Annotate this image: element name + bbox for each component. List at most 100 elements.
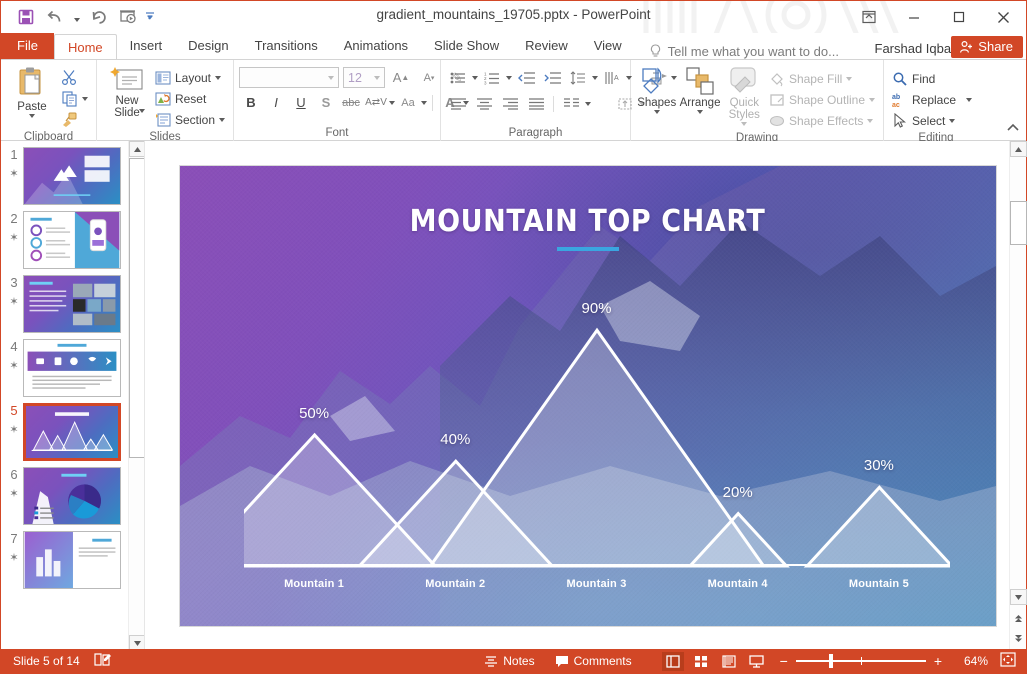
ribbon-display-options-icon[interactable] bbox=[846, 2, 891, 32]
font-size-dropdown-icon[interactable] bbox=[374, 75, 380, 80]
thumbnail-slide-6[interactable]: 6 ✶ bbox=[1, 461, 144, 525]
decrease-font-size-icon[interactable]: A ▾ bbox=[417, 67, 441, 88]
restore-icon[interactable] bbox=[936, 2, 981, 32]
reset-button[interactable]: Reset bbox=[152, 88, 228, 109]
thumbnail-slide-5[interactable]: 5 ✶ bbox=[1, 397, 144, 461]
text-direction-icon[interactable]: A bbox=[600, 67, 624, 88]
save-icon[interactable] bbox=[13, 5, 39, 29]
shapes-dropdown-icon[interactable] bbox=[653, 110, 660, 114]
notes-button[interactable]: Notes bbox=[480, 652, 538, 670]
user-name[interactable]: Farshad Iqbal bbox=[875, 41, 955, 56]
start-slideshow-icon[interactable] bbox=[115, 5, 141, 29]
thumbnail-slide-7[interactable]: 7 ✶ bbox=[1, 525, 144, 589]
layout-dropdown-icon[interactable] bbox=[215, 75, 221, 80]
thumbnail-slide-3[interactable]: 3 ✶ bbox=[1, 269, 144, 333]
tab-file[interactable]: File bbox=[1, 33, 54, 59]
tab-design[interactable]: Design bbox=[175, 33, 241, 59]
copy-dropdown-icon[interactable] bbox=[82, 96, 88, 101]
select-dropdown-icon[interactable] bbox=[949, 118, 956, 123]
align-center-icon[interactable] bbox=[472, 93, 496, 114]
increase-font-size-icon[interactable]: A ▲ bbox=[389, 67, 413, 88]
change-case-icon[interactable]: Aa bbox=[396, 92, 420, 113]
slide-editing-area[interactable]: MOUNTAIN TOP CHART 50% 40% 90% 20% 30% Mount… bbox=[149, 141, 1027, 651]
thumbnail-scrollbar[interactable] bbox=[128, 141, 144, 651]
tab-home[interactable]: Home bbox=[53, 34, 117, 60]
select-button[interactable]: Select bbox=[889, 110, 975, 131]
format-painter-button[interactable] bbox=[58, 109, 91, 130]
view-normal-button[interactable] bbox=[661, 651, 684, 671]
shape-fill-dropdown-icon[interactable] bbox=[846, 76, 853, 81]
shape-effects-dropdown-icon[interactable] bbox=[867, 118, 874, 123]
numbering-dropdown-icon[interactable] bbox=[506, 75, 512, 80]
share-button[interactable]: Share bbox=[951, 36, 1023, 58]
bullets-dropdown-icon[interactable] bbox=[472, 75, 478, 80]
justify-icon[interactable] bbox=[524, 93, 548, 114]
columns-dropdown-icon[interactable] bbox=[585, 101, 591, 106]
decrease-indent-icon[interactable] bbox=[514, 67, 538, 88]
mountain-top-chart[interactable]: 50% 40% 90% 20% 30% Mountain 1 Mountain 2 Moun… bbox=[243, 286, 950, 600]
shape-effects-button[interactable]: Shape Effects bbox=[766, 110, 878, 131]
view-slide-sorter-button[interactable] bbox=[690, 652, 712, 671]
view-reading-button[interactable] bbox=[718, 652, 740, 671]
zoom-in-button[interactable]: + bbox=[934, 653, 942, 669]
columns-icon[interactable] bbox=[559, 93, 583, 114]
tell-me-box[interactable]: Tell me what you want to do... bbox=[649, 44, 839, 59]
arrange-button[interactable]: Arrange bbox=[677, 64, 722, 114]
numbering-icon[interactable]: 123 bbox=[480, 67, 504, 88]
undo-icon[interactable] bbox=[42, 5, 68, 29]
undo-dropdown-icon[interactable] bbox=[71, 5, 83, 29]
zoom-track[interactable] bbox=[795, 654, 926, 668]
italic-icon[interactable]: I bbox=[264, 92, 288, 113]
find-button[interactable]: Find bbox=[889, 68, 975, 89]
line-spacing-dropdown-icon[interactable] bbox=[592, 75, 598, 80]
slide-thumbnail-pane[interactable]: 1 ✶ 2 ✶ 3 ✶ 4 ✶ 5 ✶ 6 ✶ 7 ✶ bbox=[1, 141, 144, 651]
fit-to-window-button[interactable] bbox=[1000, 652, 1016, 670]
font-name-dropdown-icon[interactable] bbox=[328, 75, 334, 80]
minimize-icon[interactable] bbox=[891, 2, 936, 32]
quick-styles-dropdown-icon[interactable] bbox=[741, 122, 748, 126]
shape-outline-button[interactable]: Shape Outline bbox=[766, 89, 878, 110]
bold-icon[interactable]: B bbox=[239, 92, 263, 113]
tab-review[interactable]: Review bbox=[512, 33, 581, 59]
slide-scroll-thumb[interactable] bbox=[1010, 201, 1027, 245]
thumbnail-slide-4[interactable]: 4 ✶ bbox=[1, 333, 144, 397]
thumbnail-scroll-thumb[interactable] bbox=[129, 158, 144, 458]
slide-vertical-scrollbar[interactable] bbox=[1009, 141, 1027, 651]
shape-outline-dropdown-icon[interactable] bbox=[869, 97, 875, 102]
new-slide-dropdown-icon[interactable] bbox=[138, 109, 145, 113]
tab-slide-show[interactable]: Slide Show bbox=[421, 33, 512, 59]
slide-title[interactable]: MOUNTAIN TOP CHART bbox=[180, 204, 996, 251]
current-slide[interactable]: MOUNTAIN TOP CHART 50% 40% 90% 20% 30% Mount… bbox=[179, 166, 996, 626]
strikethrough-icon[interactable]: abc bbox=[339, 92, 363, 113]
zoom-knob[interactable] bbox=[828, 654, 833, 668]
align-right-icon[interactable] bbox=[498, 93, 522, 114]
bullets-icon[interactable] bbox=[446, 67, 470, 88]
slide-scroll-up-icon[interactable] bbox=[1010, 141, 1027, 157]
layout-button[interactable]: Layout bbox=[152, 67, 228, 88]
tab-animations[interactable]: Animations bbox=[331, 33, 421, 59]
font-name-input[interactable] bbox=[239, 67, 339, 88]
section-dropdown-icon[interactable] bbox=[219, 117, 225, 122]
comments-button[interactable]: Comments bbox=[551, 652, 636, 670]
tab-transitions[interactable]: Transitions bbox=[242, 33, 331, 59]
text-shadow-icon[interactable]: S bbox=[314, 92, 338, 113]
copy-button[interactable] bbox=[58, 88, 91, 109]
paste-dropdown-icon[interactable] bbox=[29, 114, 35, 118]
change-case-dropdown-icon[interactable] bbox=[421, 100, 427, 105]
shape-fill-button[interactable]: Shape Fill bbox=[766, 68, 878, 89]
character-spacing-icon[interactable]: A⇄V bbox=[364, 92, 388, 113]
replace-dropdown-icon[interactable] bbox=[966, 97, 973, 102]
notes-indicator-icon[interactable] bbox=[94, 652, 112, 670]
underline-icon[interactable]: U bbox=[289, 92, 313, 113]
previous-slide-button[interactable] bbox=[1010, 609, 1027, 627]
zoom-percentage[interactable]: 64% bbox=[954, 654, 988, 668]
customize-qat-icon[interactable] bbox=[144, 5, 156, 29]
cut-button[interactable] bbox=[58, 67, 91, 88]
font-size-input[interactable]: 12 bbox=[343, 67, 385, 88]
close-icon[interactable] bbox=[981, 2, 1026, 32]
zoom-out-button[interactable]: − bbox=[780, 653, 788, 669]
thumbnail-slide-2[interactable]: 2 ✶ bbox=[1, 205, 144, 269]
redo-icon[interactable] bbox=[86, 5, 112, 29]
quick-styles-button[interactable]: Quick Styles bbox=[723, 64, 766, 126]
line-spacing-icon[interactable] bbox=[566, 67, 590, 88]
